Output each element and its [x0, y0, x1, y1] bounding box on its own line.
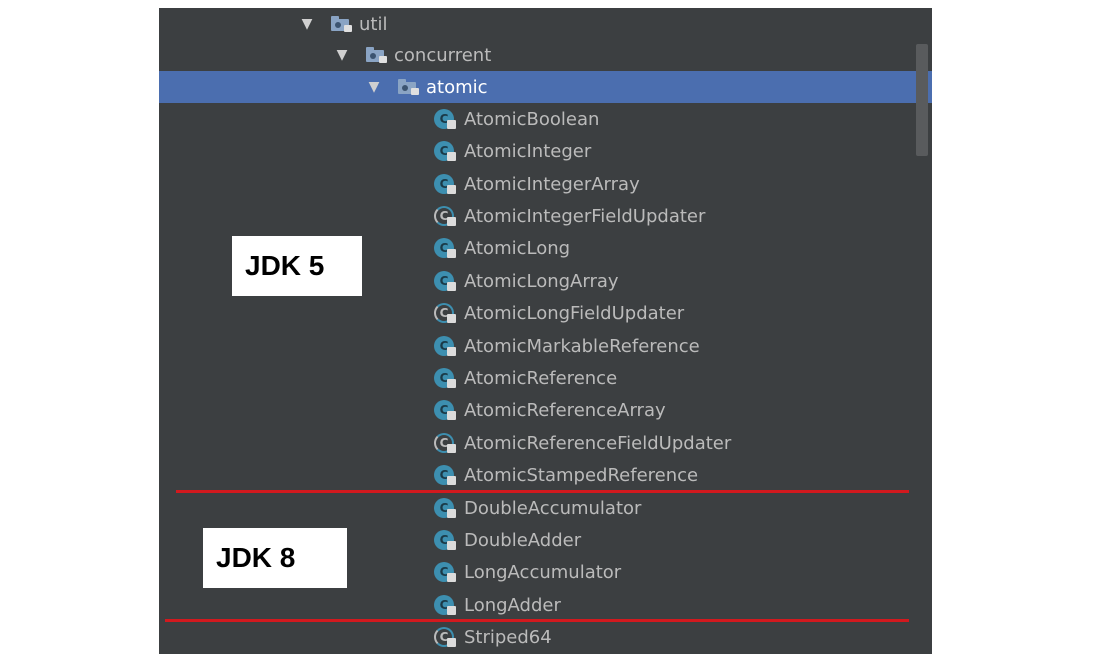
expand-arrow-icon[interactable]: ▼ — [366, 79, 382, 95]
class-node-label: LongAccumulator — [464, 561, 622, 583]
class-node-label: AtomicReference — [464, 367, 618, 389]
class-node-atomic-boolean[interactable]: C AtomicBoolean — [159, 103, 932, 135]
class-node-label: AtomicIntegerArray — [464, 173, 640, 195]
expand-arrow-icon[interactable]: ▼ — [299, 16, 315, 32]
class-node-label: AtomicIntegerFieldUpdater — [464, 205, 706, 227]
class-icon: C — [434, 335, 458, 357]
class-icon: C — [434, 108, 458, 130]
class-icon: C — [434, 173, 458, 195]
class-node-label: AtomicLong — [464, 237, 571, 259]
class-node-atomic-reference-array[interactable]: C AtomicReferenceArray — [159, 394, 932, 426]
class-icon: C — [434, 464, 458, 486]
class-node-atomic-stamped-reference[interactable]: C AtomicStampedReference — [159, 459, 932, 491]
class-node-label: LongAdder — [464, 594, 561, 616]
class-node-striped64[interactable]: C Striped64 — [159, 621, 932, 653]
class-icon: C — [434, 140, 458, 162]
class-node-label: AtomicInteger — [464, 140, 592, 162]
abstract-class-icon: C — [434, 432, 458, 454]
class-node-atomic-long-field-updater[interactable]: C AtomicLongFieldUpdater — [159, 297, 932, 329]
jdk5-annotation: JDK 5 — [232, 236, 362, 296]
class-node-label: Striped64 — [464, 626, 552, 648]
class-icon: C — [434, 367, 458, 389]
jdk-separator-line-bottom — [165, 619, 909, 622]
class-icon: C — [434, 594, 458, 616]
abstract-class-icon: C — [434, 205, 458, 227]
class-node-label: AtomicMarkableReference — [464, 335, 700, 357]
class-node-label: AtomicStampedReference — [464, 464, 699, 486]
class-node-label: DoubleAdder — [464, 529, 582, 551]
class-node-label: AtomicLongArray — [464, 270, 619, 292]
class-icon: C — [434, 399, 458, 421]
abstract-class-icon: C — [434, 302, 458, 324]
class-node-atomic-markable-reference[interactable]: C AtomicMarkableReference — [159, 330, 932, 362]
class-node-label: AtomicReferenceArray — [464, 399, 666, 421]
class-icon: C — [434, 237, 458, 259]
class-node-label: AtomicBoolean — [464, 108, 600, 130]
jdk8-annotation: JDK 8 — [203, 528, 347, 588]
package-icon — [398, 79, 420, 95]
jdk-separator-line-top — [176, 490, 909, 493]
class-node-atomic-integer-field-updater[interactable]: C AtomicIntegerFieldUpdater — [159, 200, 932, 232]
abstract-class-icon: C — [434, 626, 458, 648]
expand-arrow-icon[interactable]: ▼ — [334, 47, 350, 63]
tree-node-util[interactable]: ▼ util — [159, 8, 932, 40]
class-node-label: AtomicLongFieldUpdater — [464, 302, 685, 324]
tree-node-label: concurrent — [394, 44, 492, 66]
class-node-label: AtomicReferenceFieldUpdater — [464, 432, 732, 454]
class-icon: C — [434, 529, 458, 551]
class-node-atomic-reference[interactable]: C AtomicReference — [159, 362, 932, 394]
tree-node-concurrent[interactable]: ▼ concurrent — [159, 39, 932, 71]
vertical-scrollbar[interactable] — [916, 44, 928, 156]
tree-node-label: atomic — [426, 76, 488, 98]
project-tree-panel: ▼ util ▼ concurrent ▼ atomic C AtomicBoo… — [159, 8, 932, 654]
class-node-atomic-integer[interactable]: C AtomicInteger — [159, 135, 932, 167]
class-node-long-adder[interactable]: C LongAdder — [159, 589, 932, 621]
class-icon: C — [434, 497, 458, 519]
tree-node-atomic[interactable]: ▼ atomic — [159, 71, 932, 103]
tree-node-label: util — [359, 13, 388, 35]
package-icon — [366, 47, 388, 63]
class-node-atomic-integer-array[interactable]: C AtomicIntegerArray — [159, 168, 932, 200]
package-icon — [331, 16, 353, 32]
class-node-atomic-reference-field-updater[interactable]: C AtomicReferenceFieldUpdater — [159, 427, 932, 459]
class-icon: C — [434, 270, 458, 292]
class-node-label: DoubleAccumulator — [464, 497, 642, 519]
class-node-double-accumulator[interactable]: C DoubleAccumulator — [159, 492, 932, 524]
class-icon: C — [434, 561, 458, 583]
